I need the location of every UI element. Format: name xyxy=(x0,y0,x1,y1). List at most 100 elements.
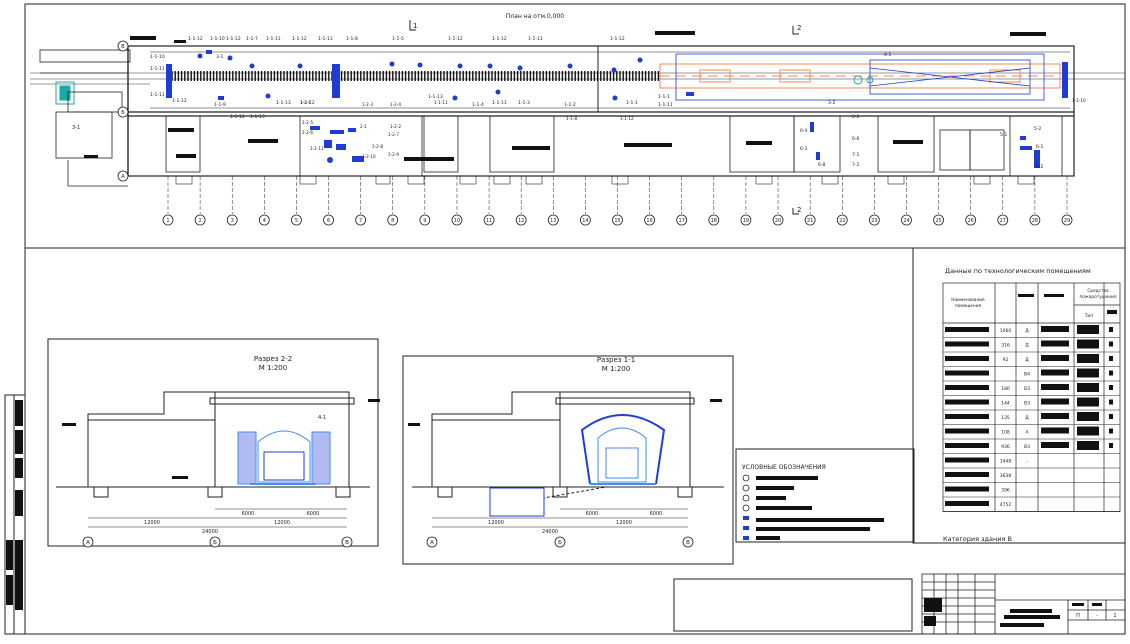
legend-title: УСЛОВНЫЕ ОБОЗНАЧЕНИЯ xyxy=(742,464,826,471)
equipment-tag: 1-1-3 xyxy=(518,100,530,106)
room-tag: 7-2 xyxy=(852,162,859,168)
axis-label: 14 xyxy=(582,218,588,224)
axis-label: 12 xyxy=(518,218,524,224)
section-1-1-dim-total: 24000 xyxy=(542,529,558,535)
aux-tag: 2-1 xyxy=(360,124,367,129)
table-cell-area: 396 xyxy=(1001,488,1010,494)
table-outline xyxy=(942,282,1121,512)
plan-tags: 1-1-12 1-1-10 1-1-12 1-1-7 1-1-11 1-1-12 1-1-1… xyxy=(150,36,1086,170)
room-tag: 6-2 xyxy=(1036,164,1043,170)
room-tag: 7-1 xyxy=(852,152,859,158)
equipment-tag: 1-1-13 xyxy=(318,36,333,42)
axis-label: 5 xyxy=(295,218,298,224)
table-cell-redaction xyxy=(1109,428,1113,434)
table-cell-redaction xyxy=(1041,398,1069,405)
rooms-table-col-type: Тип xyxy=(1084,313,1094,319)
equipment-tag: 1-1-11 xyxy=(658,102,673,108)
title-block: П - 1 xyxy=(921,573,1126,635)
aux-tag: 1-2-2 xyxy=(390,124,401,129)
room-tag: 4-1 xyxy=(884,52,891,58)
section-2-2-title: Разрез 2-2 xyxy=(254,355,292,363)
plan-outline xyxy=(127,45,1075,177)
table-cell-redaction xyxy=(1109,399,1113,405)
table-cell-redaction xyxy=(945,443,989,448)
rooms-table-col-name-2: помещения xyxy=(955,304,982,309)
equipment-tag: 1-1-11 xyxy=(266,36,281,42)
axis-label: 11 xyxy=(486,218,492,224)
axis-label: 25 xyxy=(935,218,941,224)
lateral-annex-label: 3-1 xyxy=(72,125,80,131)
aux-tag: 1-2-3 xyxy=(362,102,373,107)
lateral-annex-left xyxy=(39,49,131,187)
table-cell-area: 108 xyxy=(1001,430,1010,436)
table-cell-category: В3 xyxy=(1024,401,1030,407)
redaction xyxy=(1018,294,1034,297)
aux-tag: 1-2-6 xyxy=(302,130,313,135)
plan-section-marks xyxy=(409,20,799,215)
drawing-sheet: План на отм.0,000 3-1 Разрез 2-2 М 1:200… xyxy=(0,0,1130,640)
table-cell-category: Д xyxy=(1025,328,1029,334)
room-tag: 5-2 xyxy=(1034,126,1041,132)
axis-label: 28 xyxy=(1032,218,1038,224)
equipment-tag: 1-1-8 xyxy=(346,36,358,42)
section-2-2-dim-total: 24000 xyxy=(202,529,218,535)
table-cell-redaction xyxy=(1077,397,1099,407)
section-1-1-axis-a: А xyxy=(430,540,434,546)
section-1-1-dim-upper-2: 6000 xyxy=(650,511,663,517)
room-tag: 6-6 xyxy=(852,136,859,142)
equipment-blue-rooms xyxy=(310,122,1040,168)
aux-tag: 1-2-9 xyxy=(388,152,399,157)
table-cell-redaction xyxy=(1041,326,1069,332)
axis-label: 23 xyxy=(871,218,877,224)
table-cell-redaction xyxy=(945,327,989,332)
redaction xyxy=(1107,310,1117,314)
table-cell-redaction xyxy=(945,414,989,419)
axis-label: 13 xyxy=(550,218,556,224)
room-tag: 5-1 xyxy=(1000,132,1007,138)
table-cell-redaction xyxy=(1077,426,1099,436)
section-mark-label: 2 xyxy=(797,24,801,32)
equipment-tag: 1-1-10 xyxy=(210,36,225,42)
table-cell-redaction xyxy=(1109,341,1113,347)
table-cell-area: 180 xyxy=(1001,386,1010,392)
aux-tag: 1-2-4 xyxy=(390,102,401,107)
table-cell-redaction xyxy=(1041,355,1069,361)
table-cell-area: 936 xyxy=(1001,444,1010,450)
axis-label: А xyxy=(121,174,125,180)
legend: УСЛОВНЫЕ ОБОЗНАЧЕНИЯ xyxy=(735,448,915,543)
axis-label: 3 xyxy=(231,218,234,224)
axis-label: 22 xyxy=(839,218,845,224)
equipment-tag: 1-1-1 xyxy=(626,100,638,106)
table-cell-redaction xyxy=(1077,339,1099,349)
table-cell-redaction xyxy=(1077,368,1099,378)
room-tag: 6-5 xyxy=(852,114,859,120)
aux-tag: 1-1-12 xyxy=(620,116,634,121)
axis-label: 18 xyxy=(711,218,717,224)
plan-steps xyxy=(175,175,1035,185)
table-cell-redaction xyxy=(1109,385,1113,390)
axis-label: 7 xyxy=(359,218,362,224)
aux-tag: 1-1-8 xyxy=(566,116,577,121)
table-cell-redaction xyxy=(1041,384,1069,390)
section-2-2-axis-a: А xyxy=(86,540,90,546)
section-1-1-axis-v: В xyxy=(686,540,690,546)
equipment-tag: 1-1-11 xyxy=(150,92,165,98)
table-cell-redaction xyxy=(945,486,989,492)
section-2-2-axis-v: В xyxy=(345,540,349,546)
section-1-1-scale: М 1:200 xyxy=(602,365,630,373)
equipment-tag: 1-1-11 xyxy=(150,66,165,72)
axis-label: 8 xyxy=(391,218,394,224)
plan-redactions xyxy=(84,31,1046,161)
room-tag: 6-1 xyxy=(1036,144,1043,150)
section-2-2-tag: 4-1 xyxy=(318,415,326,421)
table-cell-area: 144 xyxy=(1001,401,1010,407)
table-cell-area: 3638 xyxy=(1000,473,1012,479)
equipment-tag: 1-1-1 xyxy=(658,94,670,100)
table-cell-area: 92 xyxy=(1003,357,1009,363)
table-cell-redaction xyxy=(1109,414,1113,419)
axis-label: 4 xyxy=(263,218,266,224)
axis-label: 27 xyxy=(1000,218,1006,224)
table-cell-category: Д xyxy=(1025,357,1029,363)
aux-tag: 1-2-1 xyxy=(300,100,311,105)
axis-label: 29 xyxy=(1064,218,1070,224)
